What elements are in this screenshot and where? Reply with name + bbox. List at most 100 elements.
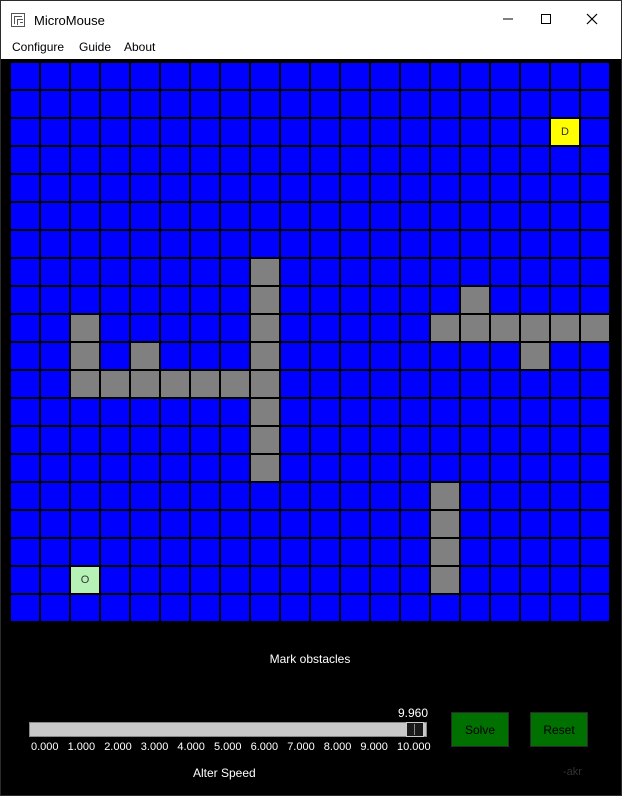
maze-cell[interactable]: [520, 510, 550, 538]
maze-cell[interactable]: [400, 482, 430, 510]
maze-cell[interactable]: [370, 566, 400, 594]
maze-cell[interactable]: [130, 398, 160, 426]
maze-obstacle-cell[interactable]: [250, 426, 280, 454]
maze-cell[interactable]: [130, 258, 160, 286]
maze-cell[interactable]: [220, 398, 250, 426]
maze-cell[interactable]: [310, 594, 340, 622]
maze-cell[interactable]: [130, 566, 160, 594]
maze-cell[interactable]: [220, 342, 250, 370]
maze-cell[interactable]: [370, 342, 400, 370]
maze-cell[interactable]: [460, 482, 490, 510]
maze-cell[interactable]: [40, 258, 70, 286]
maze-cell[interactable]: [550, 426, 580, 454]
maze-cell[interactable]: [400, 230, 430, 258]
maze-cell[interactable]: [460, 230, 490, 258]
maze-cell[interactable]: [400, 174, 430, 202]
maze-cell[interactable]: [490, 510, 520, 538]
maze-cell[interactable]: [370, 230, 400, 258]
maze-cell[interactable]: [490, 230, 520, 258]
maze-cell[interactable]: [580, 594, 610, 622]
maze-cell[interactable]: [340, 538, 370, 566]
maze-cell[interactable]: [190, 594, 220, 622]
maze-cell[interactable]: [190, 202, 220, 230]
maze-cell[interactable]: [220, 594, 250, 622]
maze-cell[interactable]: [370, 426, 400, 454]
maze-destination-cell[interactable]: D: [550, 118, 580, 146]
maze-cell[interactable]: [370, 314, 400, 342]
maze-cell[interactable]: [160, 314, 190, 342]
maze-cell[interactable]: [520, 230, 550, 258]
maze-cell[interactable]: [550, 538, 580, 566]
maze-cell[interactable]: [580, 62, 610, 90]
maze-cell[interactable]: [10, 454, 40, 482]
maze-cell[interactable]: [400, 62, 430, 90]
menu-configure[interactable]: Configure: [12, 40, 64, 54]
maze-cell[interactable]: [100, 286, 130, 314]
maze-cell[interactable]: [400, 258, 430, 286]
maze-cell[interactable]: [40, 286, 70, 314]
maze-cell[interactable]: [400, 370, 430, 398]
maze-cell[interactable]: [340, 286, 370, 314]
maze-cell[interactable]: [160, 426, 190, 454]
maze-cell[interactable]: [490, 370, 520, 398]
maze-cell[interactable]: [100, 118, 130, 146]
maze-cell[interactable]: [400, 314, 430, 342]
maze-cell[interactable]: [460, 118, 490, 146]
maze-cell[interactable]: [400, 510, 430, 538]
maze-cell[interactable]: [100, 174, 130, 202]
maze-cell[interactable]: [70, 202, 100, 230]
menu-guide[interactable]: Guide: [79, 40, 111, 54]
maze-cell[interactable]: [10, 482, 40, 510]
maze-cell[interactable]: [280, 538, 310, 566]
maze-obstacle-cell[interactable]: [190, 370, 220, 398]
maze-cell[interactable]: [370, 202, 400, 230]
maze-obstacle-cell[interactable]: [550, 314, 580, 342]
maze-cell[interactable]: [130, 454, 160, 482]
maze-cell[interactable]: [280, 482, 310, 510]
solve-button[interactable]: Solve: [451, 712, 509, 747]
maze-cell[interactable]: [280, 454, 310, 482]
maze-cell[interactable]: [460, 538, 490, 566]
maze-cell[interactable]: [490, 202, 520, 230]
maze-cell[interactable]: [460, 342, 490, 370]
maze-cell[interactable]: [190, 314, 220, 342]
maze-cell[interactable]: [190, 146, 220, 174]
maze-cell[interactable]: [10, 314, 40, 342]
maze-cell[interactable]: [220, 258, 250, 286]
maze-cell[interactable]: [220, 482, 250, 510]
maze-cell[interactable]: [100, 482, 130, 510]
maze-obstacle-cell[interactable]: [70, 314, 100, 342]
maze-cell[interactable]: [70, 230, 100, 258]
maze-cell[interactable]: [160, 62, 190, 90]
maze-cell[interactable]: [370, 538, 400, 566]
maze-cell[interactable]: [70, 62, 100, 90]
maze-obstacle-cell[interactable]: [220, 370, 250, 398]
maze-cell[interactable]: [250, 202, 280, 230]
maze-cell[interactable]: [370, 118, 400, 146]
maze-cell[interactable]: [430, 454, 460, 482]
maze-cell[interactable]: [190, 454, 220, 482]
maze-cell[interactable]: [370, 482, 400, 510]
maze-obstacle-cell[interactable]: [250, 314, 280, 342]
reset-button[interactable]: Reset: [530, 712, 588, 747]
maze-cell[interactable]: [310, 342, 340, 370]
maze-cell[interactable]: [340, 118, 370, 146]
maze-cell[interactable]: [190, 426, 220, 454]
maze-cell[interactable]: [550, 594, 580, 622]
maze-cell[interactable]: [40, 482, 70, 510]
maze-cell[interactable]: [190, 258, 220, 286]
maze-cell[interactable]: [40, 146, 70, 174]
maze-cell[interactable]: [220, 454, 250, 482]
maze-cell[interactable]: [160, 342, 190, 370]
maze-cell[interactable]: [340, 482, 370, 510]
maze-cell[interactable]: [550, 398, 580, 426]
maze-cell[interactable]: [130, 510, 160, 538]
maze-cell[interactable]: [40, 566, 70, 594]
maze-cell[interactable]: [490, 482, 520, 510]
maze-cell[interactable]: [520, 174, 550, 202]
maze-cell[interactable]: [160, 454, 190, 482]
maze-cell[interactable]: [40, 118, 70, 146]
maze-cell[interactable]: [370, 146, 400, 174]
maze-cell[interactable]: [10, 398, 40, 426]
maze-cell[interactable]: [100, 426, 130, 454]
